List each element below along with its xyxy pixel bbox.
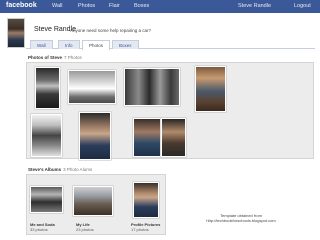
profile-tabs: Wall Info Photos Boxes [26, 40, 315, 50]
template-credit: Template obtained from http://techbookfo… [200, 213, 282, 223]
nav-wall-link[interactable]: Wall [52, 3, 63, 9]
profile-status: Anyone need some help repairing a car? [70, 27, 152, 33]
logout-link[interactable]: Logout [294, 3, 311, 9]
photos-title: Photos of Steve [28, 55, 63, 60]
albums-count: 3 Photo Alums [63, 167, 93, 172]
facebook-logo[interactable]: facebook [6, 2, 37, 9]
photo-thumbnail[interactable] [31, 114, 62, 157]
photos-panel [26, 62, 314, 160]
photo-thumbnail[interactable] [133, 118, 161, 157]
photos-section-title: Photos of Steve 7 Photos [28, 55, 82, 60]
top-bar: facebook Wall Photos Flair Boxes Steve R… [0, 0, 320, 13]
credit-link[interactable]: http://techbookforschools.blogspot.com [200, 218, 282, 223]
tab-info[interactable]: Info [58, 40, 80, 49]
photo-thumbnail[interactable] [124, 68, 180, 106]
photo-thumbnail[interactable] [79, 112, 111, 160]
photo-thumbnail[interactable] [35, 67, 60, 109]
tab-boxes[interactable]: Boxes [112, 40, 139, 49]
nav-boxes-link[interactable]: Boxes [134, 3, 149, 9]
photo-thumbnail[interactable] [195, 66, 226, 112]
profile-avatar[interactable] [7, 18, 25, 48]
album-count: 33 photos [30, 227, 48, 232]
albums-panel: Me and Soda 33 photos My Life 23 photos … [26, 174, 166, 235]
tab-wall[interactable]: Wall [30, 40, 53, 49]
album-cover[interactable] [133, 182, 159, 218]
albums-section-title: Steve's Albums 3 Photo Alums [28, 167, 92, 172]
photo-thumbnail[interactable] [161, 118, 186, 157]
nav-photos-link[interactable]: Photos [78, 3, 95, 9]
album-cover[interactable] [30, 186, 63, 213]
nav-user-link[interactable]: Steve Randle [238, 3, 271, 9]
nav-flair-link[interactable]: Flair [109, 3, 120, 9]
album-count: 23 photos [76, 227, 94, 232]
album-cover[interactable] [73, 186, 113, 216]
album-count: 17 photos [131, 227, 149, 232]
photos-count: 7 Photos [64, 55, 82, 60]
photo-thumbnail[interactable] [68, 70, 116, 104]
albums-title: Steve's Albums [28, 167, 62, 172]
tab-photos[interactable]: Photos [82, 40, 111, 50]
